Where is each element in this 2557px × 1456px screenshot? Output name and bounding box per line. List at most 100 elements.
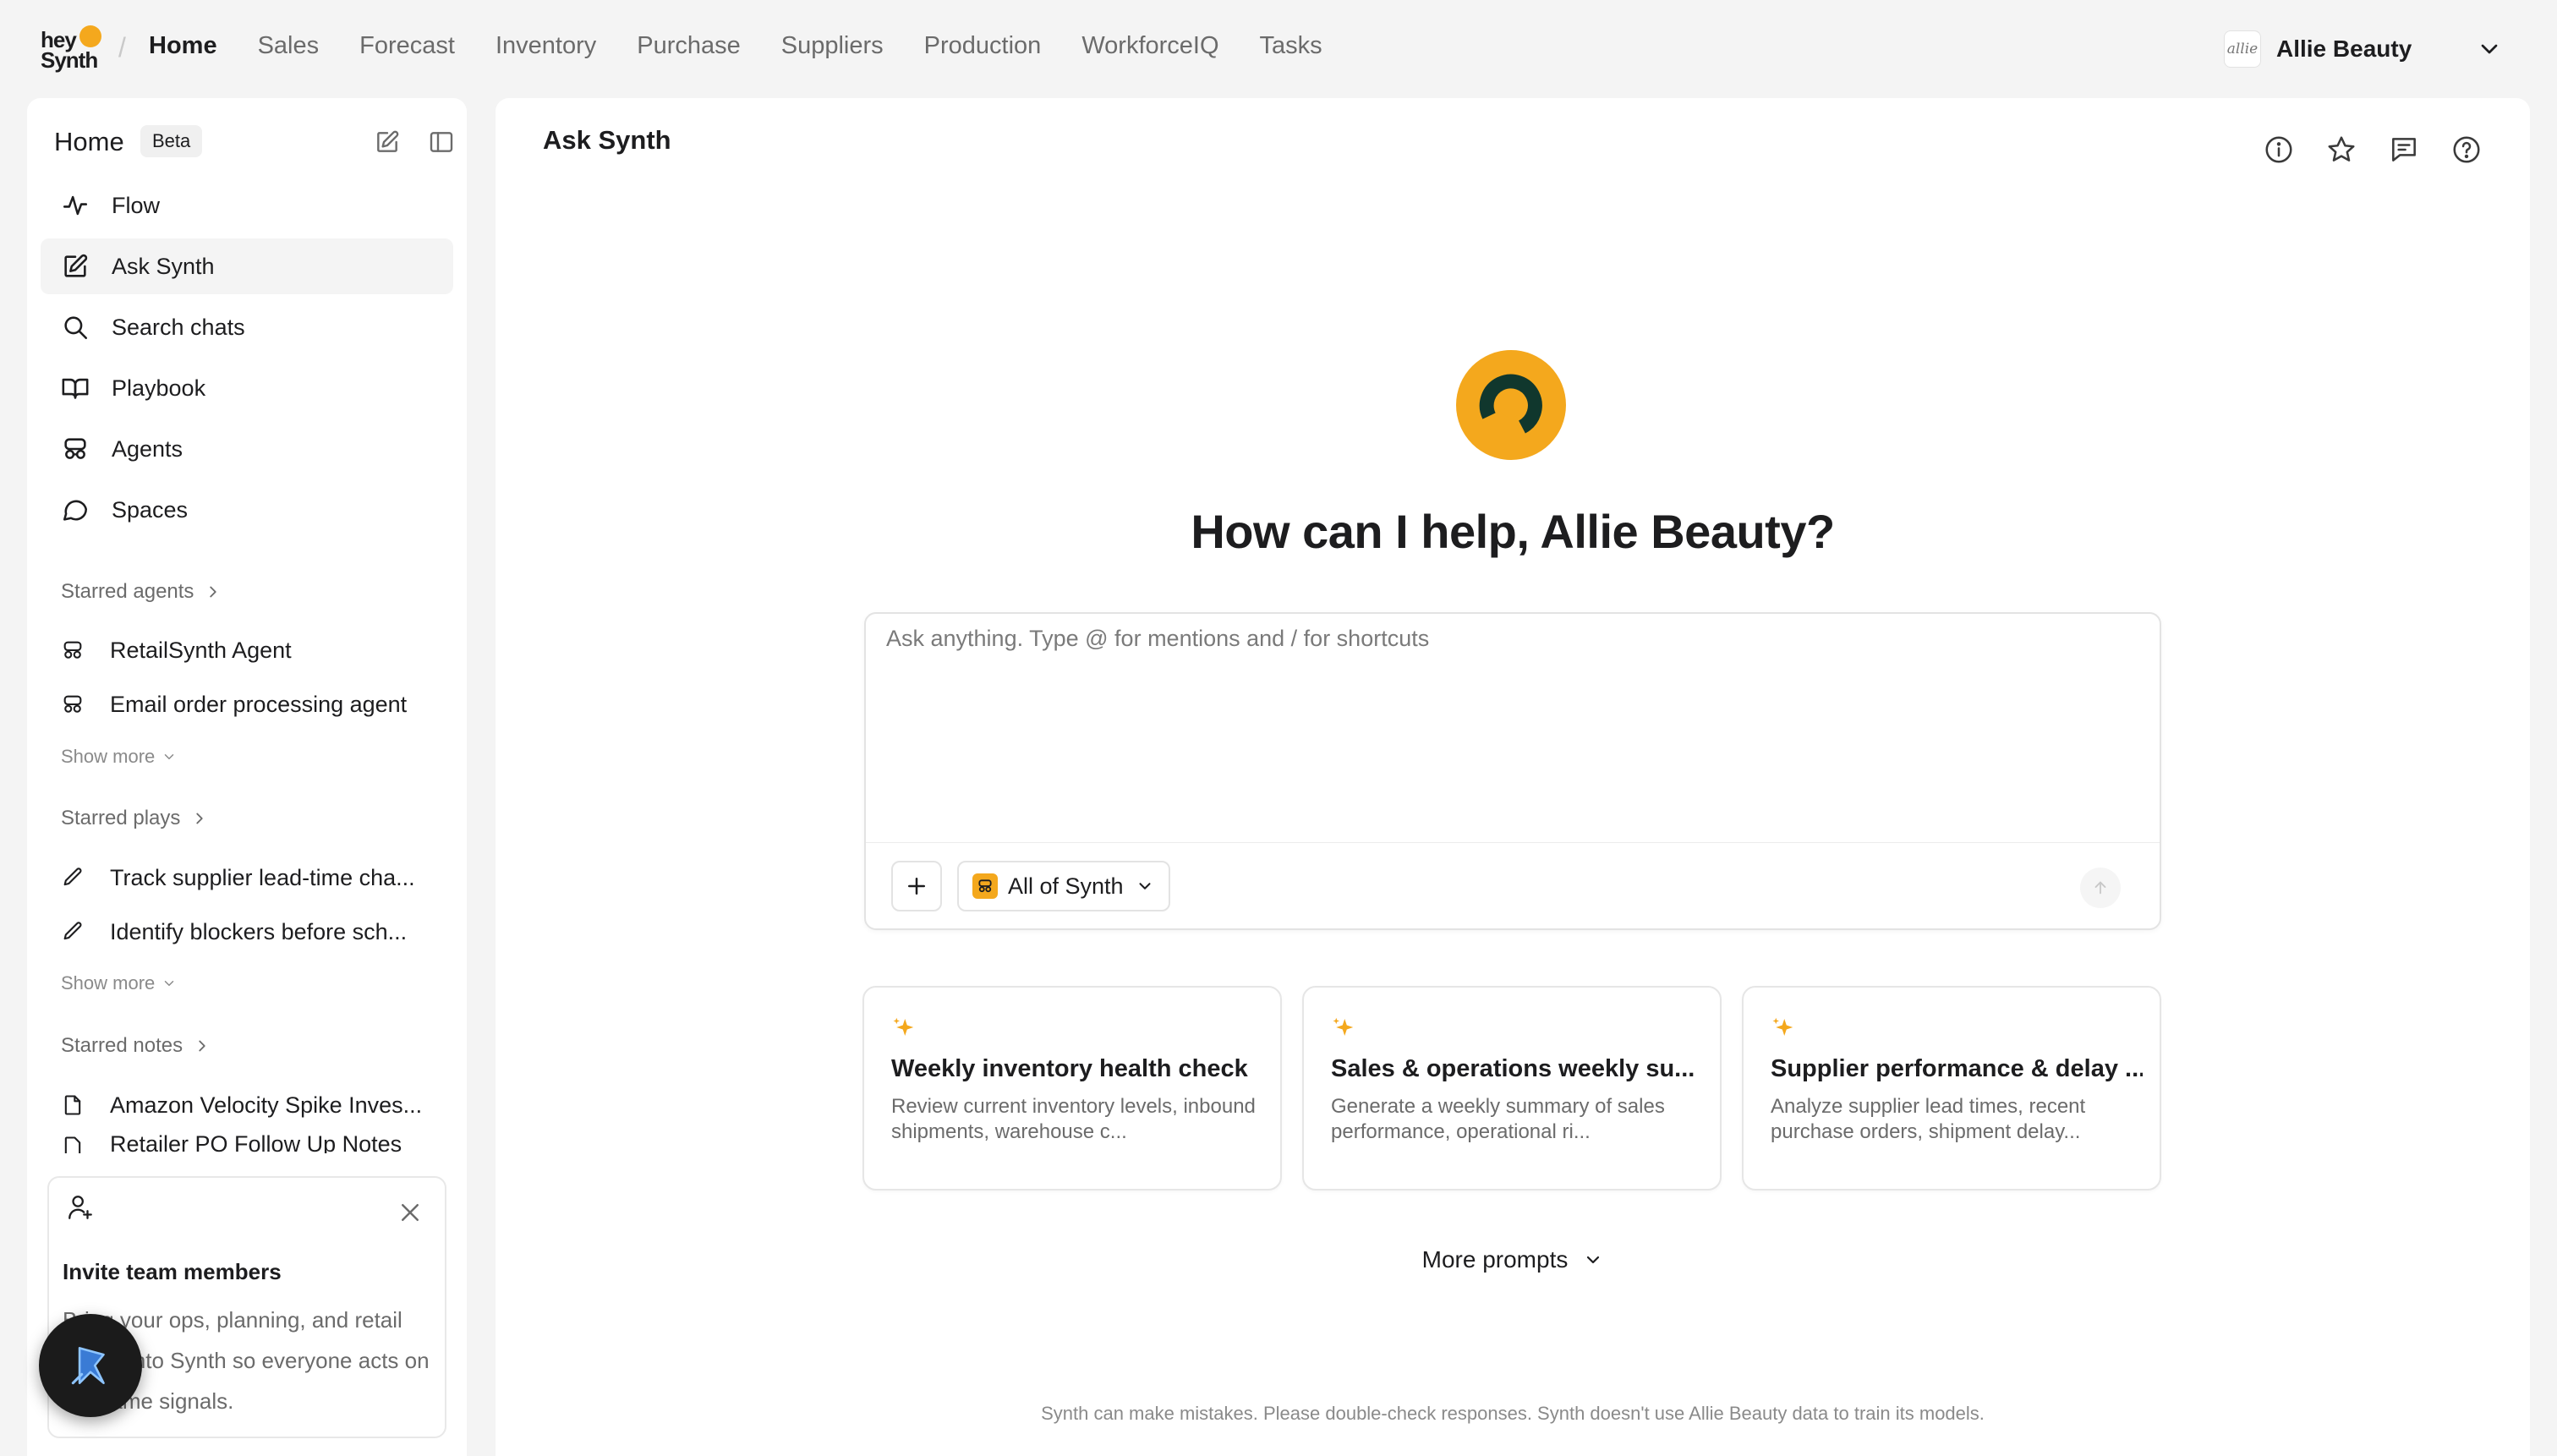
account-name: Allie Beauty	[2276, 36, 2412, 62]
sidebar-header: Home Beta	[54, 123, 453, 162]
starred-play-item[interactable]: Identify blockers before sch...	[61, 911, 450, 953]
chevron-down-icon	[1139, 883, 1151, 889]
more-prompts-label: More prompts	[1421, 1246, 1569, 1273]
sidebar-menu: Flow Ask Synth Search chats Playbook Age…	[41, 178, 453, 543]
composer-divider	[866, 842, 2160, 843]
sidebar-item-search-chats[interactable]: Search chats	[41, 299, 453, 355]
nav-item-tasks[interactable]: Tasks	[1260, 32, 1322, 60]
edit-icon	[64, 254, 88, 277]
starred-note-item[interactable]: Amazon Velocity Spike Inves...	[61, 1084, 450, 1126]
beta-badge: Beta	[140, 125, 203, 157]
sidebar-item-playbook[interactable]: Playbook	[41, 360, 453, 416]
sidebar-item-label: Ask Synth	[112, 253, 215, 279]
prompt-card[interactable]: Sales & operations weekly su... Generate…	[1302, 986, 1722, 1191]
starred-play-label: Identify blockers before sch...	[110, 918, 408, 944]
chevron-down-icon	[165, 754, 174, 759]
account-logo: allie	[2224, 30, 2261, 68]
prompt-suggestions: Weekly inventory health check Review cur…	[862, 986, 2165, 1191]
feedback-icon[interactable]	[2388, 134, 2420, 166]
sidebar-item-label: Playbook	[112, 375, 206, 401]
invite-title: Invite team members	[63, 1259, 282, 1284]
sidebar-toggle-icon[interactable]	[428, 129, 455, 156]
nav-item-forecast[interactable]: Forecast	[359, 32, 455, 60]
starred-agent-label: Email order processing agent	[110, 691, 408, 717]
starred-note-item[interactable]: Retailer PO Follow Up Notes	[61, 1135, 450, 1153]
scope-label: All of Synth	[1008, 873, 1124, 899]
assistant-launcher-button[interactable]	[39, 1314, 142, 1417]
starred-plays-heading[interactable]: Starred plays	[61, 807, 209, 830]
show-more-plays-button[interactable]: Show more	[61, 972, 177, 994]
chevron-down-icon	[1587, 1256, 1600, 1264]
page-title: Ask Synth	[543, 125, 671, 155]
agent-icon	[63, 695, 82, 713]
nav-item-workforceiq[interactable]: WorkforceIQ	[1081, 32, 1218, 60]
greeting-heading: How can I help, Allie Beauty?	[1191, 505, 1835, 558]
starred-note-label: Retailer PO Follow Up Notes	[110, 1135, 402, 1153]
section-heading-label: Starred notes	[61, 1034, 183, 1057]
logo-text-synth: Synth	[41, 47, 98, 73]
sidebar-item-flow[interactable]: Flow	[41, 178, 453, 233]
sparkle-icon	[1772, 1017, 1793, 1036]
starred-agents-heading[interactable]: Starred agents	[61, 580, 222, 604]
top-navigation-bar: hey Synth / Home Sales Forecast Inventor…	[0, 0, 2557, 98]
info-icon[interactable]	[2263, 134, 2295, 166]
starred-notes-heading[interactable]: Starred notes	[61, 1034, 211, 1058]
prompt-card[interactable]: Supplier performance & delay ... Analyze…	[1742, 986, 2161, 1191]
sidebar-item-label: Agents	[112, 435, 183, 462]
chevron-right-icon	[210, 586, 217, 598]
sidebar-item-agents[interactable]: Agents	[41, 421, 453, 477]
account-switcher[interactable]: allie Allie Beauty	[2224, 25, 2503, 73]
section-heading-label: Starred plays	[61, 807, 181, 829]
hey-synth-logo[interactable]: hey Synth	[39, 24, 101, 73]
prompt-card-title: Weekly inventory health check	[891, 1055, 1248, 1082]
chevron-right-icon	[196, 813, 204, 824]
nav-item-sales[interactable]: Sales	[258, 32, 320, 60]
nav-item-suppliers[interactable]: Suppliers	[781, 32, 884, 60]
pencil-icon	[63, 922, 82, 940]
starred-agent-item[interactable]: Email order processing agent	[61, 683, 450, 725]
document-icon	[64, 1095, 81, 1115]
scope-selector[interactable]: All of Synth	[957, 861, 1170, 911]
section-heading-label: Starred agents	[61, 580, 194, 603]
sidebar-item-spaces[interactable]: Spaces	[41, 482, 453, 538]
main-nav: Home Sales Forecast Inventory Purchase S…	[149, 32, 1363, 60]
show-more-label: Show more	[61, 972, 156, 993]
arrow-up-icon	[2094, 881, 2106, 895]
sidebar-item-label: Search chats	[112, 314, 245, 340]
nav-item-production[interactable]: Production	[924, 32, 1042, 60]
star-icon[interactable]	[2325, 134, 2357, 166]
sidebar-item-ask-synth[interactable]: Ask Synth	[41, 238, 453, 294]
starred-play-label: Track supplier lead-time cha...	[110, 864, 415, 890]
logo-dot-icon	[79, 25, 101, 47]
sparkle-icon	[893, 1017, 914, 1036]
activity-icon	[63, 195, 88, 216]
new-chat-icon[interactable]	[374, 129, 401, 156]
nav-item-home[interactable]: Home	[149, 32, 217, 60]
more-prompts-button[interactable]: More prompts	[496, 1246, 2530, 1273]
help-icon[interactable]	[2450, 134, 2483, 166]
chat-composer: All of Synth	[864, 612, 2161, 930]
nav-divider: /	[118, 32, 126, 63]
search-icon	[64, 316, 88, 340]
prompt-card-description: Analyze supplier lead times, recent purc…	[1771, 1095, 2086, 1143]
synth-logo-icon	[1456, 350, 1566, 460]
prompt-card-title: Supplier performance & delay ...	[1771, 1055, 2143, 1082]
add-attachment-button[interactable]	[891, 861, 942, 911]
pencil-icon	[63, 868, 82, 886]
close-icon[interactable]	[397, 1200, 423, 1225]
starred-agent-item[interactable]: RetailSynth Agent	[61, 629, 450, 671]
agent-icon	[64, 438, 86, 459]
show-more-agents-button[interactable]: Show more	[61, 746, 177, 768]
send-button[interactable]	[2080, 868, 2121, 908]
starred-play-item[interactable]: Track supplier lead-time cha...	[61, 857, 450, 899]
nav-item-inventory[interactable]: Inventory	[496, 32, 596, 60]
chat-input[interactable]	[886, 626, 2138, 744]
chevron-down-icon	[165, 981, 174, 986]
disclaimer-text: Synth can make mistakes. Please double-c…	[1041, 1403, 1985, 1424]
nav-item-purchase[interactable]: Purchase	[637, 32, 741, 60]
sidebar: Home Beta Flow Ask Synth Search chats Pl…	[27, 98, 467, 1456]
prompt-card[interactable]: Weekly inventory health check Review cur…	[862, 986, 1282, 1191]
prompt-card-description: Generate a weekly summary of sales perfo…	[1331, 1095, 1665, 1143]
book-icon	[62, 378, 89, 399]
prompt-card-description: Review current inventory levels, inbound…	[891, 1095, 1256, 1143]
